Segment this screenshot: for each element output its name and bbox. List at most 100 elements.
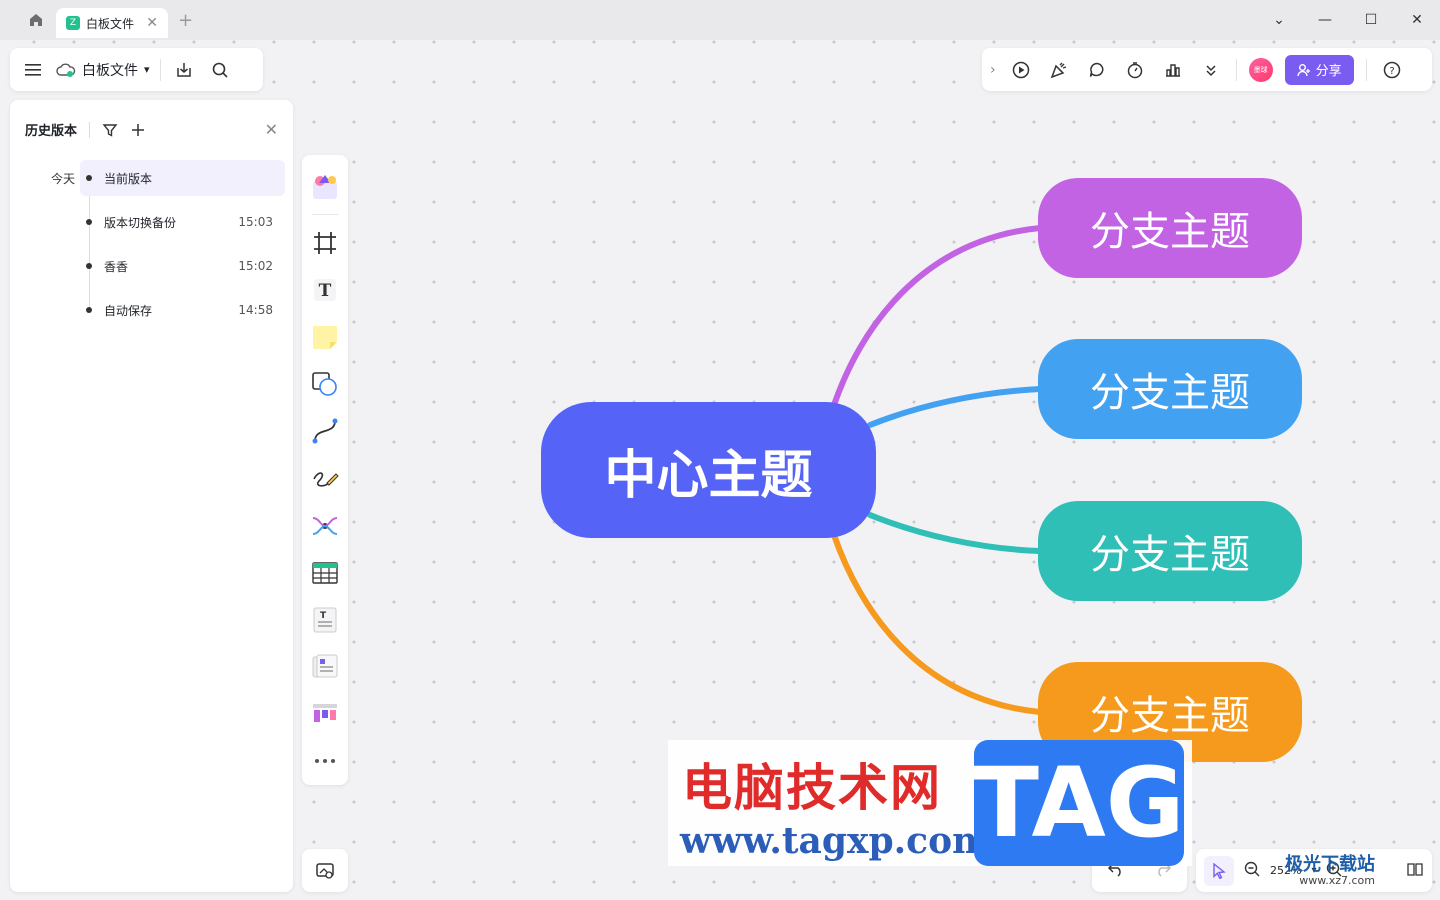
search-icon <box>212 62 228 78</box>
hamburger-icon <box>25 63 41 76</box>
more-tools-button[interactable] <box>1198 57 1224 83</box>
cloud-sync-icon <box>56 63 76 77</box>
history-item[interactable]: 当前版本 <box>80 160 285 196</box>
branch-topic-node-1[interactable]: 分支主题 <box>1038 178 1302 278</box>
divider <box>1235 58 1237 81</box>
minimize-button[interactable]: — <box>1302 0 1348 40</box>
chevron-right-icon[interactable]: › <box>990 62 996 78</box>
celebrate-button[interactable] <box>1046 57 1072 83</box>
home-button[interactable] <box>16 0 56 40</box>
history-item-label: 版本切换备份 <box>104 215 177 230</box>
comment-icon <box>1089 62 1104 77</box>
podium-icon <box>1165 63 1180 77</box>
kanban-tool[interactable] <box>307 691 343 738</box>
tab-close-icon[interactable]: ✕ <box>146 15 158 31</box>
presentation-button[interactable] <box>1008 57 1034 83</box>
history-item-time: 15:03 <box>238 215 273 229</box>
divider <box>89 121 91 138</box>
sticky-note-tool[interactable] <box>307 313 343 360</box>
cards-icon <box>312 654 338 678</box>
close-window-button[interactable]: ✕ <box>1394 0 1440 40</box>
menu-button[interactable] <box>20 57 46 83</box>
search-button[interactable] <box>207 57 233 83</box>
chevron-down-icon[interactable]: ⌄ <box>1256 0 1302 40</box>
branch-topic-node-3[interactable]: 分支主题 <box>1038 501 1302 601</box>
history-item-label: 当前版本 <box>104 171 153 186</box>
history-item[interactable]: 自动保存 14:58 <box>80 292 285 328</box>
comment-button[interactable] <box>1084 57 1110 83</box>
svg-text:?: ? <box>1389 66 1394 77</box>
add-icon[interactable] <box>130 122 146 138</box>
text-icon: T <box>314 278 336 301</box>
maximize-button[interactable]: ☐ <box>1348 0 1394 40</box>
history-item-label: 自动保存 <box>104 303 153 318</box>
corner-watermark-url: www.xz7.com <box>1299 874 1375 887</box>
history-item[interactable]: 香香 15:02 <box>80 248 285 284</box>
share-button[interactable]: 分享 <box>1284 54 1354 85</box>
sticky-note-icon <box>313 326 337 350</box>
export-button[interactable] <box>171 57 197 83</box>
close-icon[interactable]: ✕ <box>265 120 278 139</box>
table-tool[interactable] <box>307 549 343 596</box>
watermark-cn-text: 电脑技术网 <box>682 759 942 817</box>
shape-tool[interactable] <box>307 361 343 408</box>
window-controls: ⌄ — ☐ ✕ <box>1256 0 1440 40</box>
document-icon: T <box>313 607 337 633</box>
tab-title: 白板文件 <box>86 16 135 31</box>
document-name-dropdown[interactable]: 白板文件 ▾ <box>56 60 150 80</box>
history-item-label: 香香 <box>104 259 129 274</box>
text-tool[interactable]: T <box>307 266 343 313</box>
pen-tool[interactable] <box>307 455 343 502</box>
templates-icon <box>313 174 337 199</box>
svg-text:T: T <box>319 281 332 301</box>
history-item[interactable]: 版本切换备份 15:03 <box>80 204 285 240</box>
creation-toolbar: T T <box>302 155 348 785</box>
corner-watermark: 极光下载站 www.xz7.com <box>1285 850 1375 887</box>
tab-whiteboard-file[interactable]: Z 白板文件 ✕ <box>56 8 168 38</box>
document-tool[interactable]: T <box>307 596 343 643</box>
divider <box>159 58 161 81</box>
kanban-icon <box>313 704 337 723</box>
user-avatar[interactable]: 墨球 <box>1248 57 1273 82</box>
home-icon <box>30 14 42 26</box>
help-button[interactable]: ? <box>1379 57 1405 83</box>
history-item-time: 15:02 <box>238 259 273 273</box>
play-icon <box>1012 61 1029 78</box>
timeline-dot <box>86 263 92 269</box>
party-popper-icon <box>1050 62 1066 78</box>
history-group-label: 今天 <box>51 172 76 186</box>
corner-watermark-text: 极光下载站 <box>1285 854 1375 875</box>
curve-connector-icon <box>312 418 338 444</box>
new-tab-button[interactable]: + <box>178 10 193 31</box>
fit-view-button[interactable] <box>1406 861 1424 880</box>
history-item-time: 14:58 <box>238 303 273 317</box>
frame-icon <box>314 231 336 254</box>
center-topic-node[interactable]: 中心主题 <box>541 402 876 538</box>
pen-icon <box>313 471 339 487</box>
more-icon <box>315 759 335 764</box>
frame-tool[interactable] <box>307 219 343 266</box>
branch-topic-node-2[interactable]: 分支主题 <box>1038 339 1302 439</box>
table-icon <box>312 562 338 584</box>
connector-tool[interactable] <box>307 408 343 455</box>
map-icon <box>316 862 334 879</box>
help-icon: ? <box>1383 61 1400 78</box>
filter-icon[interactable] <box>102 122 118 138</box>
cursor-icon <box>1213 862 1226 879</box>
app-logo-icon: Z <box>66 16 80 30</box>
template-tool[interactable] <box>307 163 343 210</box>
zoom-out-button[interactable] <box>1244 861 1260 880</box>
card-tool[interactable] <box>307 644 343 691</box>
timeline-dot <box>86 175 92 181</box>
timer-button[interactable] <box>1122 57 1148 83</box>
more-tools-button[interactable] <box>307 738 343 785</box>
shape-icon <box>312 372 337 396</box>
mindmap-tool[interactable] <box>307 502 343 549</box>
divider <box>312 214 338 216</box>
select-tool-button[interactable] <box>1204 855 1234 886</box>
minimap-button[interactable] <box>302 849 348 892</box>
vote-button[interactable] <box>1160 57 1186 83</box>
svg-text:T: T <box>320 611 327 621</box>
top-left-toolbar: 白板文件 ▾ <box>10 48 263 91</box>
add-user-icon <box>1296 63 1310 76</box>
